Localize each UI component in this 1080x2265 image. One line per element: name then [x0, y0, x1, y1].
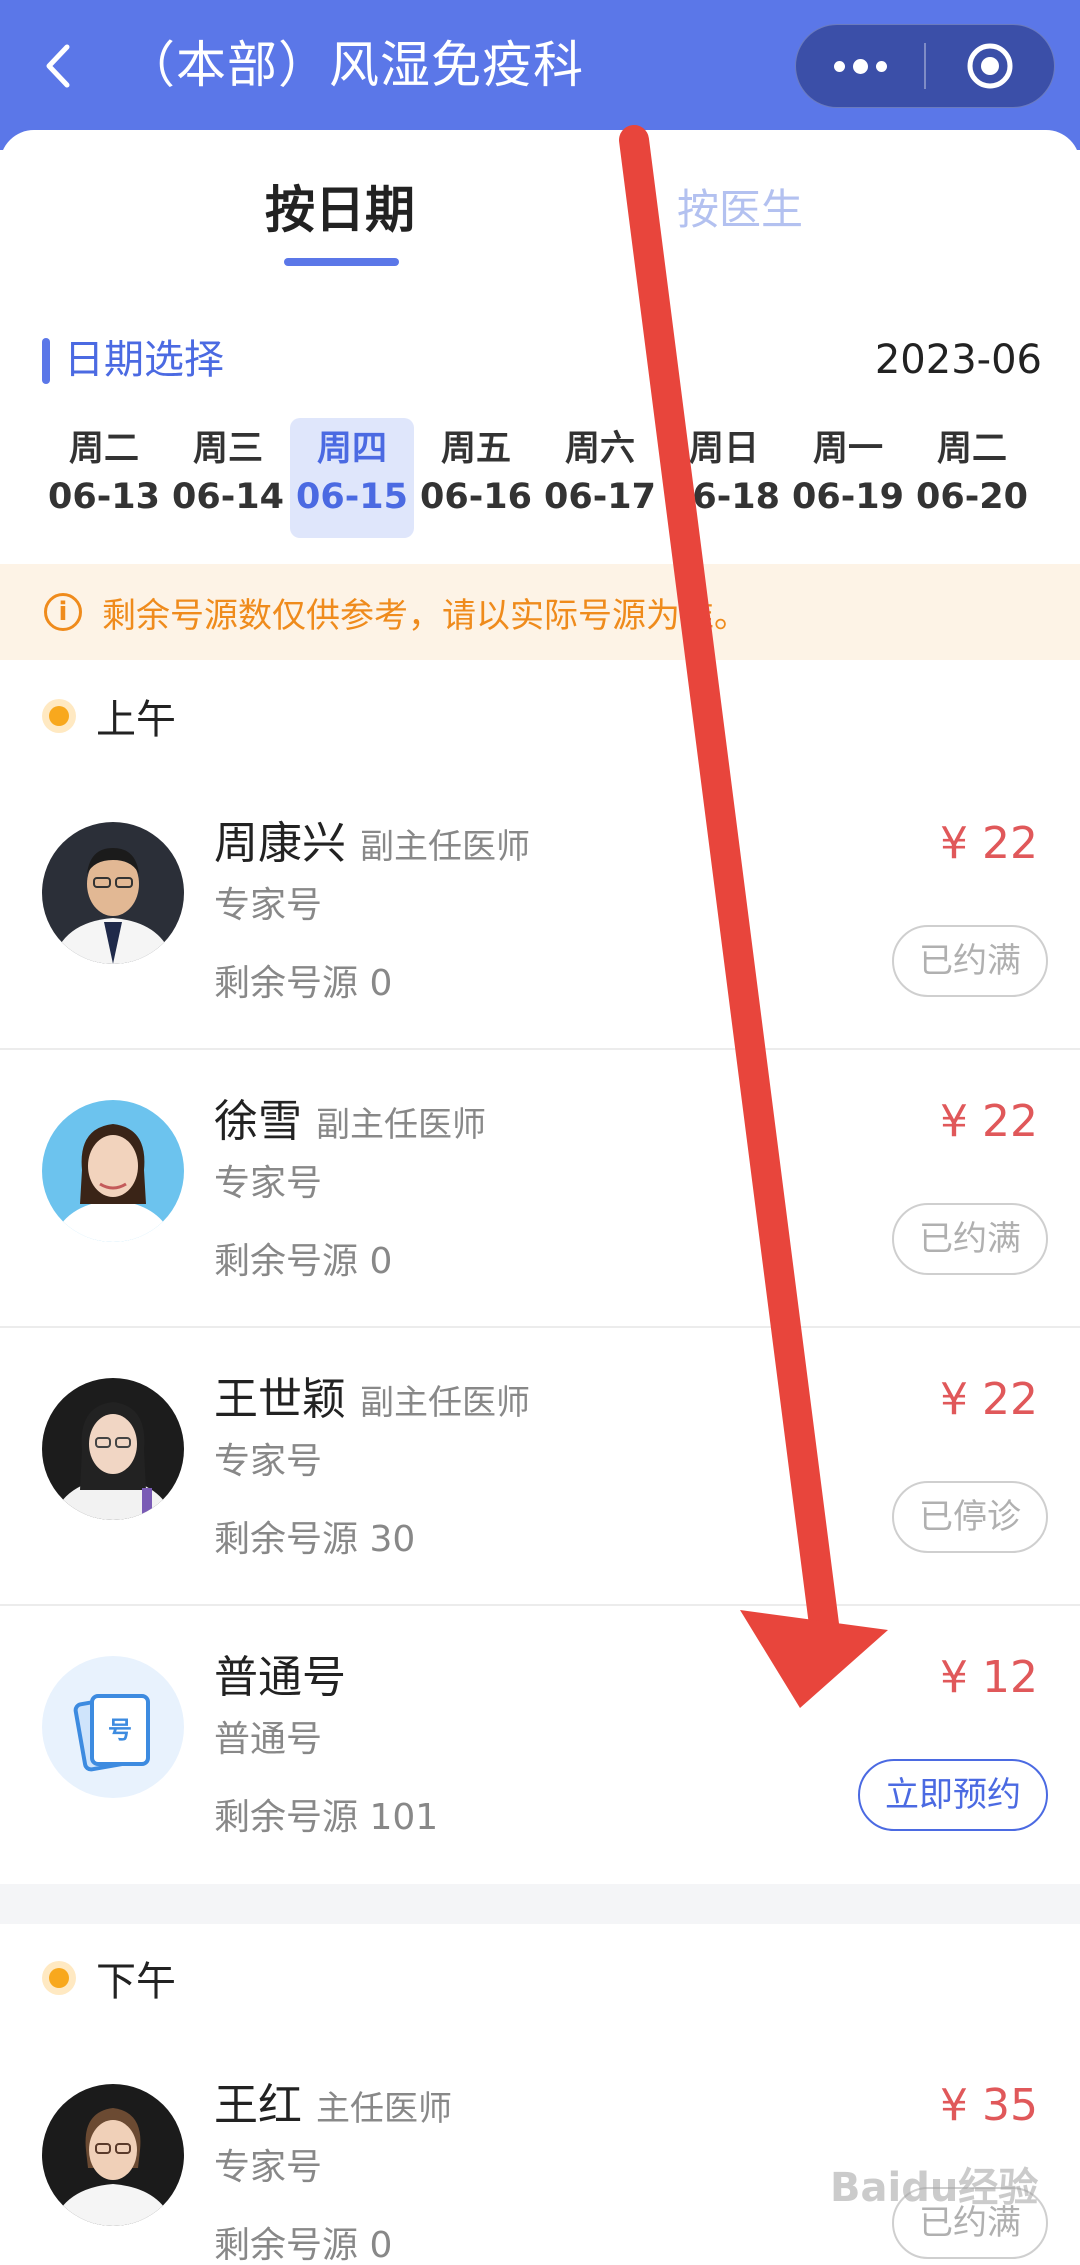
afternoon-header: 下午 — [42, 1948, 176, 2008]
mini-program-capsule — [795, 24, 1055, 108]
doctor-avatar — [42, 1100, 184, 1242]
app-root: （本部）风湿免疫科 按日期 按医生 日期选择 2023-06 周二 06-13 … — [0, 0, 1080, 2265]
weekday-label: 周六 — [564, 429, 635, 469]
date-item-selected[interactable]: 周四 06-15 — [290, 418, 414, 538]
doctor-avatar — [42, 2084, 184, 2226]
close-button[interactable] — [926, 25, 1054, 107]
remaining-count: 剩余号源 101 — [214, 1797, 439, 1838]
doctor-name: 徐雪 副主任医师 — [214, 1096, 486, 1147]
date-item[interactable]: 周日 06-18 — [662, 418, 786, 538]
section-gap — [0, 1884, 1080, 1924]
weekday-label: 周五 — [440, 429, 511, 469]
sun-dot-icon — [42, 1961, 76, 1995]
date-item[interactable]: 周一 06-19 — [786, 418, 910, 538]
remaining-count: 剩余号源 0 — [214, 963, 393, 1004]
doctor-row[interactable]: 王红 主任医师 专家号 剩余号源 0 ¥ 35 已约满 — [0, 2034, 1080, 2265]
weekday-label: 周二 — [936, 429, 1007, 469]
date-label: 06-17 — [544, 477, 656, 517]
doctor-title: 主任医师 — [316, 2089, 452, 2129]
price: ¥ 12 — [940, 1652, 1038, 1703]
month-selector[interactable]: 2023-06 — [875, 330, 1042, 390]
date-label: 06-15 — [296, 477, 408, 517]
date-label: 06-20 — [916, 477, 1028, 517]
registration-type: 专家号 — [214, 2147, 323, 2188]
doctor-title: 副主任医师 — [360, 1383, 530, 1423]
info-icon: i — [44, 593, 82, 631]
date-label: 06-19 — [792, 477, 904, 517]
svg-text:号: 号 — [108, 1716, 132, 1744]
doctor-avatar — [42, 1378, 184, 1520]
weekday-label: 周四 — [316, 429, 387, 469]
price: ¥ 22 — [940, 1096, 1038, 1147]
more-button[interactable] — [796, 25, 924, 107]
book-now-button[interactable]: 立即预约 — [858, 1759, 1048, 1831]
doctor-name: 王红 主任医师 — [214, 2080, 452, 2131]
notice-text: 剩余号源数仅供参考，请以实际号源为准。 — [102, 595, 748, 636]
period-label: 下午 — [96, 1959, 176, 2005]
registration-type: 专家号 — [214, 1441, 323, 1482]
date-label: 06-16 — [420, 477, 532, 517]
morning-header: 上午 — [42, 686, 176, 746]
status-badge-full: 已约满 — [892, 925, 1048, 997]
doctor-row[interactable]: 周康兴 副主任医师 专家号 剩余号源 0 ¥ 22 已约满 — [0, 772, 1080, 1050]
doctor-title: 副主任医师 — [360, 827, 530, 867]
weekday-label: 周日 — [688, 429, 759, 469]
date-label: 06-13 — [48, 477, 160, 517]
date-item[interactable]: 周二 06-20 — [910, 418, 1034, 538]
date-item[interactable]: 周三 06-14 — [166, 418, 290, 538]
date-label: 06-18 — [668, 477, 780, 517]
date-item[interactable]: 周六 06-17 — [538, 418, 662, 538]
remaining-count: 剩余号源 0 — [214, 1241, 393, 1282]
more-dots-icon — [833, 58, 887, 74]
weekday-label: 周二 — [68, 429, 139, 469]
weekday-label: 周一 — [812, 429, 883, 469]
date-label: 06-14 — [172, 477, 284, 517]
status-badge-suspended: 已停诊 — [892, 1481, 1048, 1553]
tab-by-doctor[interactable]: 按医生 — [620, 170, 860, 250]
chevron-left-icon — [46, 44, 70, 88]
content-sheet: 按日期 按医生 日期选择 2023-06 周二 06-13 周三 06-14 周… — [0, 130, 1080, 2265]
remaining-count: 剩余号源 30 — [214, 1519, 416, 1560]
price: ¥ 22 — [940, 1374, 1038, 1425]
target-circle-icon — [967, 43, 1013, 89]
registration-type: 专家号 — [214, 1163, 323, 1204]
doctor-title: 副主任医师 — [316, 1105, 486, 1145]
price: ¥ 35 — [940, 2080, 1038, 2131]
weekday-label: 周三 — [192, 429, 263, 469]
price: ¥ 22 — [940, 818, 1038, 869]
ticket-icon: 号 — [42, 1656, 184, 1798]
date-item[interactable]: 周二 06-13 — [42, 418, 166, 538]
period-label: 上午 — [96, 697, 176, 743]
status-badge-full: 已约满 — [892, 1203, 1048, 1275]
registration-name: 普通号 — [214, 1652, 346, 1703]
navigation-bar: （本部）风湿免疫科 — [0, 0, 1080, 150]
remaining-count: 剩余号源 0 — [214, 2225, 393, 2265]
active-tab-indicator — [284, 258, 399, 266]
watermark: Baidu经验 — [830, 2165, 1039, 2211]
date-picker-strip: 周二 06-13 周三 06-14 周四 06-15 周五 06-16 周六 0… — [42, 418, 1042, 538]
registration-type: 专家号 — [214, 885, 323, 926]
doctor-avatar — [42, 822, 184, 964]
doctor-row[interactable]: 徐雪 副主任医师 专家号 剩余号源 0 ¥ 22 已约满 — [0, 1050, 1080, 1328]
section-marker — [42, 338, 50, 384]
tab-by-date[interactable]: 按日期 — [220, 170, 460, 250]
date-section-label: 日期选择 — [64, 337, 224, 383]
page-title: （本部）风湿免疫科 — [125, 36, 584, 94]
doctor-row[interactable]: 王世颖 副主任医师 专家号 剩余号源 30 ¥ 22 已停诊 — [0, 1328, 1080, 1606]
back-button[interactable] — [38, 36, 78, 96]
doctor-name: 王世颖 副主任医师 — [214, 1374, 530, 1425]
doctor-name: 周康兴 副主任医师 — [214, 818, 530, 869]
registration-type: 普通号 — [214, 1719, 323, 1760]
general-registration-row[interactable]: 号 普通号 普通号 剩余号源 101 ¥ 12 立即预约 — [0, 1606, 1080, 1884]
sun-dot-icon — [42, 699, 76, 733]
notice-banner: i 剩余号源数仅供参考，请以实际号源为准。 — [0, 564, 1080, 660]
date-item[interactable]: 周五 06-16 — [414, 418, 538, 538]
